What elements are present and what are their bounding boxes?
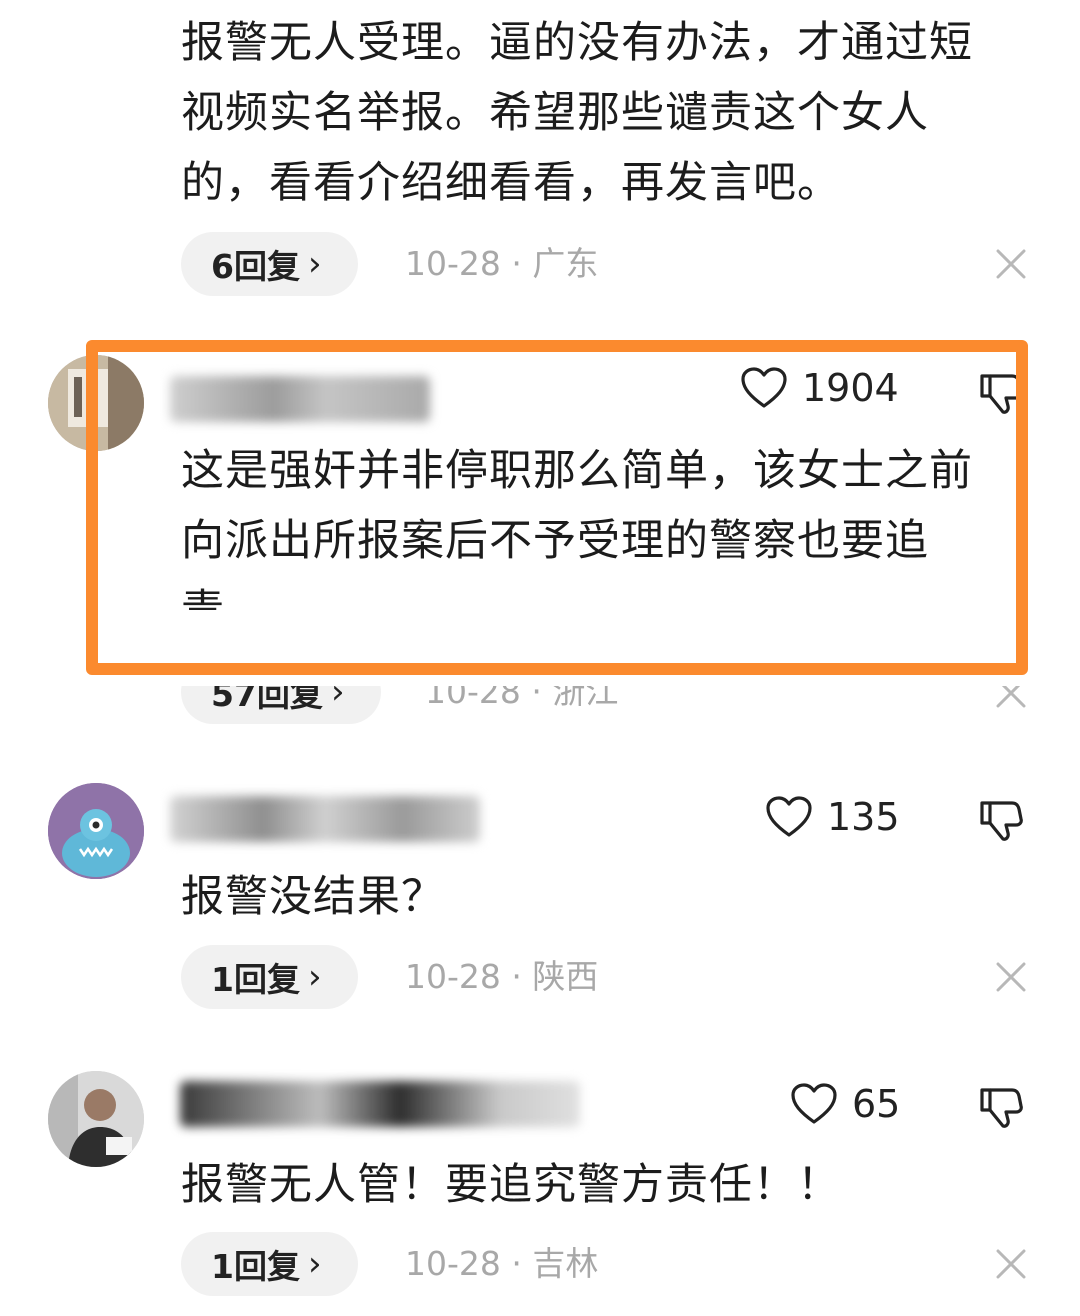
reply-count-label: 1回复 (211, 960, 300, 999)
close-icon[interactable] (994, 1247, 1028, 1281)
avatar[interactable] (48, 355, 144, 451)
reply-button[interactable]: 1回复 › (181, 945, 358, 1009)
avatar[interactable] (48, 783, 144, 879)
thumbs-down-icon[interactable] (978, 1084, 1024, 1130)
comment-meta: 10-28 · 广东 (405, 244, 599, 283)
like-button[interactable]: 135 (765, 795, 900, 839)
heart-outline-icon (766, 796, 812, 837)
user-name-blurred[interactable] (180, 1081, 580, 1127)
reply-count-label: 6回复 (211, 247, 300, 286)
thumbs-down-icon[interactable] (978, 370, 1024, 416)
heart-outline-icon (791, 1083, 837, 1124)
like-button[interactable]: 65 (790, 1082, 900, 1126)
user-name-blurred[interactable] (170, 376, 430, 422)
reply-button[interactable]: 6回复 › (181, 232, 358, 296)
avatar[interactable] (48, 1071, 144, 1167)
user-name-blurred[interactable] (170, 796, 480, 842)
comment-text: 报警没结果？ (181, 872, 445, 922)
like-count: 65 (852, 1082, 901, 1126)
reply-count-label: 1回复 (211, 1247, 300, 1286)
close-icon[interactable] (994, 960, 1028, 994)
comment-meta: 10-28 · 吉林 (405, 1244, 599, 1283)
chevron-right-icon: › (307, 244, 322, 284)
chevron-right-icon: › (307, 957, 322, 997)
comment-text: 报警无人管！要追究警方责任！！ (181, 1160, 841, 1210)
comment-meta: 10-28 · 陕西 (405, 957, 599, 996)
thumbs-down-icon[interactable] (978, 797, 1024, 843)
reply-button[interactable]: 1回复 › (181, 1232, 358, 1296)
highlight-cover (86, 610, 1028, 686)
close-icon[interactable] (994, 247, 1028, 281)
heart-outline-icon (741, 367, 787, 408)
chevron-right-icon: › (307, 1244, 322, 1284)
like-count: 1904 (802, 366, 899, 410)
like-count: 135 (827, 795, 900, 839)
comment-text: 报警无人受理。逼的没有办法，才通过短视频实名举报。希望那些谴责这个女人的，看看介… (181, 18, 973, 208)
like-button[interactable]: 1904 (740, 366, 899, 410)
